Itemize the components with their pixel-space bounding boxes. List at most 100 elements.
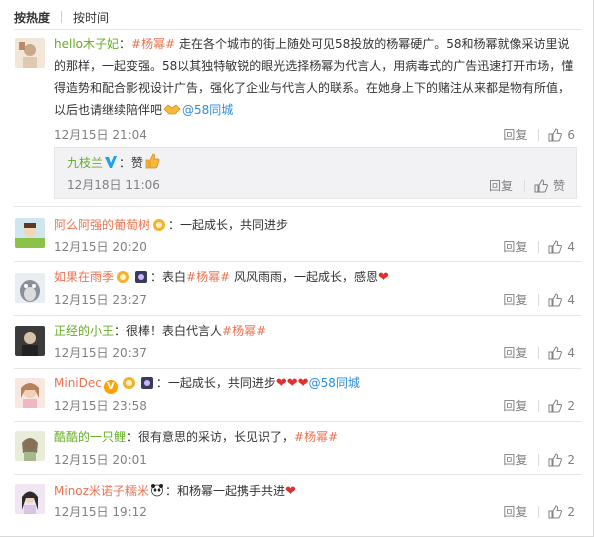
heart-emoji: ❤ [284, 484, 296, 499]
sort-divider [61, 11, 63, 23]
thumb-up-icon [548, 398, 563, 412]
action-divider [538, 346, 540, 359]
divider [14, 261, 581, 262]
panda-emoji [150, 482, 164, 504]
comment-actions: 回复 6 [503, 126, 575, 143]
comment-text: 如果在雨季 ：表白#杨幂# 风风雨雨，一起成长，感恩❤ [54, 266, 577, 289]
comment-text: 阿么阿强的葡萄树 ：一起成长，共同进步 [54, 214, 577, 236]
hashtag-link[interactable]: #杨幂# [186, 270, 230, 284]
sub-reply: 九枝兰 ：赞 12月18日 11:06 回复 赞 [54, 147, 577, 199]
avatar[interactable] [15, 484, 45, 514]
like-button[interactable]: 赞 [534, 177, 565, 194]
comment-time: 12月15日 23:27 [54, 293, 147, 307]
like-button[interactable]: 4 [548, 240, 575, 254]
reply-button[interactable]: 回复 [503, 238, 527, 255]
action-divider [538, 399, 540, 412]
thumb-up-icon [548, 504, 563, 518]
divider [14, 368, 581, 369]
comment-text: 正经的小王：很棒！表白代言人#杨幂# [54, 320, 577, 342]
comment-actions: 回复 4 [503, 291, 575, 308]
comment-time: 12月15日 20:01 [54, 453, 147, 467]
mention-link[interactable]: @58同城 [182, 103, 233, 117]
medal-icon [122, 375, 136, 389]
reply-button[interactable]: 回复 [503, 503, 527, 520]
comment-body: ：一起成长，共同进步 [155, 376, 276, 390]
comment-time: 12月15日 19:12 [54, 505, 147, 519]
thumb-up-icon [548, 239, 563, 253]
like-count: 4 [567, 292, 575, 307]
like-count: 4 [567, 239, 575, 254]
action-divider [538, 128, 540, 141]
username-link[interactable]: 如果在雨季 [54, 270, 114, 284]
username-link[interactable]: MiniDec [54, 376, 102, 390]
comment-body-2: 风风雨雨，一起成长，感恩 [230, 270, 378, 284]
username-link[interactable]: 正经的小王 [54, 324, 114, 338]
sub-reply-body: ：赞 [119, 156, 144, 170]
hashtag-link[interactable]: #杨幂# [294, 430, 338, 444]
thumb-up-icon [548, 452, 563, 466]
like-count: 6 [567, 127, 575, 142]
divider [14, 29, 581, 30]
action-divider [523, 179, 525, 192]
comment-body: ：表白 [150, 270, 187, 284]
like-button[interactable]: 2 [548, 399, 575, 413]
action-divider [538, 240, 540, 253]
avatar[interactable] [15, 378, 45, 408]
verified-badge-icon [104, 154, 118, 176]
comment-time: 12月15日 23:58 [54, 399, 147, 413]
reply-button[interactable]: 回复 [489, 177, 513, 194]
avatar[interactable] [15, 273, 45, 303]
hashtag-link[interactable]: #杨幂# [222, 324, 266, 338]
username-link[interactable]: 酷酷的一只鲤 [54, 430, 126, 444]
sort-by-time-tab[interactable]: 按时间 [73, 9, 109, 26]
mention-link[interactable]: @58同城 [309, 376, 360, 390]
comment-body: ：很有意思的采访，长见识了， [126, 430, 295, 444]
comment-actions: 回复 4 [503, 344, 575, 361]
like-label: 赞 [552, 179, 565, 193]
like-count: 4 [567, 345, 575, 360]
action-divider [538, 453, 540, 466]
avatar[interactable] [15, 38, 45, 68]
username-link[interactable]: hello木子妃 [54, 37, 119, 51]
like-button[interactable]: 6 [548, 128, 575, 142]
heart-emoji: ❤❤❤ [275, 376, 309, 391]
like-button[interactable]: 2 [548, 505, 575, 519]
handshake-emoji [163, 101, 181, 123]
username-link[interactable]: Minoz米诺子糯米 [54, 484, 149, 498]
avatar[interactable] [15, 326, 45, 356]
like-count: 2 [567, 452, 575, 467]
colon: ： [119, 37, 132, 51]
verified-badge-icon: V [103, 380, 118, 394]
thumbs-up-emoji [144, 153, 160, 176]
avatar[interactable] [15, 431, 45, 461]
comment-text: hello木子妃：#杨幂# 走在各个城市的街上随处可见58投放的杨幂硬广。58和… [54, 33, 577, 123]
like-button[interactable]: 2 [548, 453, 575, 467]
medal-icon [152, 217, 166, 231]
like-button[interactable]: 4 [548, 293, 575, 307]
reply-button[interactable]: 回复 [503, 397, 527, 414]
username-link[interactable]: 阿么阿强的葡萄树 [54, 218, 150, 232]
comment-body: ：一起成长，共同进步 [168, 218, 289, 232]
comment-actions: 回复 2 [503, 503, 575, 520]
comment-text: 酷酷的一只鲤：很有意思的采访，长见识了，#杨幂# [54, 426, 577, 448]
reply-button[interactable]: 回复 [503, 344, 527, 361]
hashtag-link[interactable]: #杨幂# [131, 37, 175, 51]
thumb-up-icon [548, 292, 563, 306]
comment-actions: 回复 2 [503, 397, 575, 414]
action-divider [538, 293, 540, 306]
thumb-up-icon [548, 345, 563, 359]
thumb-up-icon [548, 127, 563, 141]
username-link[interactable]: 九枝兰 [67, 156, 103, 170]
comment-body: ：和杨幂一起携手共进 [164, 484, 285, 498]
like-count: 2 [567, 398, 575, 413]
comment-text: Minoz米诺子糯米 ：和杨幂一起携手共进❤ [54, 480, 577, 504]
reply-button[interactable]: 回复 [503, 291, 527, 308]
sort-bar: 按热度 按时间 [14, 8, 109, 26]
comment-time: 12月15日 20:20 [54, 240, 147, 254]
avatar[interactable] [15, 218, 45, 248]
action-divider [538, 505, 540, 518]
reply-button[interactable]: 回复 [503, 451, 527, 468]
sort-by-hot-tab[interactable]: 按热度 [14, 9, 50, 26]
reply-button[interactable]: 回复 [503, 126, 527, 143]
like-button[interactable]: 4 [548, 346, 575, 360]
